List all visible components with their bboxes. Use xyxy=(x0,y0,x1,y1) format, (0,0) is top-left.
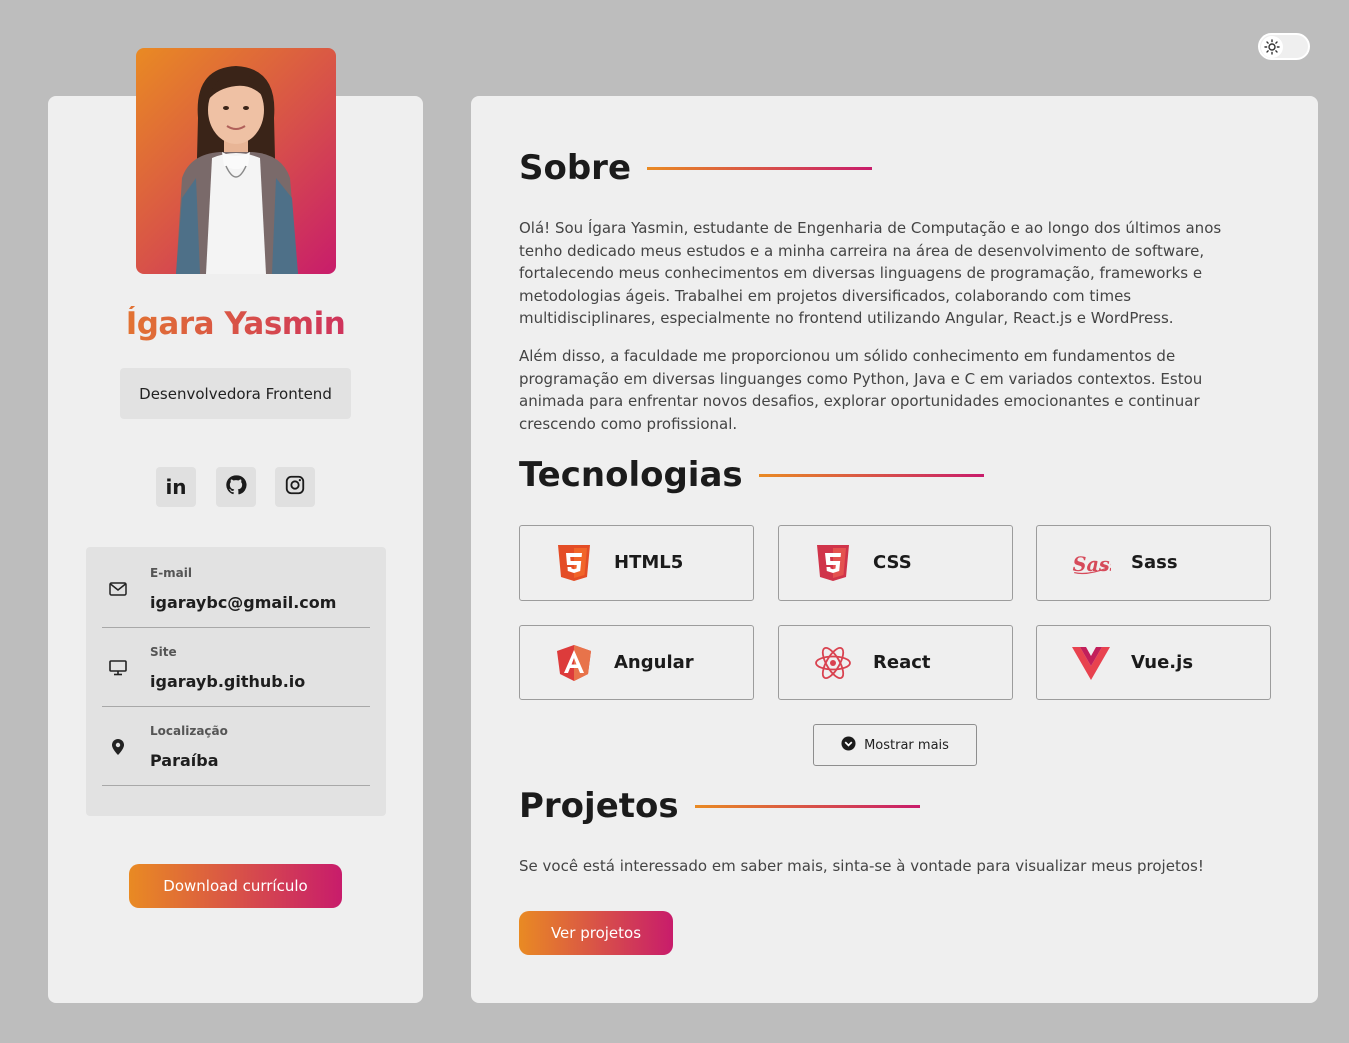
css3-icon xyxy=(813,543,853,583)
contact-info-box: E-mail igaraybc@gmail.com Site igarayb.g… xyxy=(86,547,386,816)
technologies-section-title: Tecnologias xyxy=(519,455,984,495)
projects-title-text: Projetos xyxy=(519,786,679,826)
tech-name: Sass xyxy=(1131,552,1178,573)
react-icon xyxy=(813,643,853,683)
contact-value: Paraíba xyxy=(150,751,219,770)
contact-label: Localização xyxy=(150,724,228,738)
tech-name: CSS xyxy=(873,552,912,573)
tech-card-sass: Sass Sass xyxy=(1036,525,1271,601)
contact-label: Site xyxy=(150,645,177,659)
linkedin-button[interactable]: in xyxy=(156,467,196,507)
monitor-icon xyxy=(108,658,128,678)
contact-label: E-mail xyxy=(150,566,193,580)
tech-name: React xyxy=(873,652,931,673)
about-title-text: Sobre xyxy=(519,148,632,188)
location-pin-icon xyxy=(108,737,128,757)
vue-icon xyxy=(1071,643,1111,683)
contact-value[interactable]: igaraybc@gmail.com xyxy=(150,593,336,612)
profile-photo xyxy=(136,48,336,274)
tech-name: Angular xyxy=(614,652,694,673)
mail-icon xyxy=(108,579,128,599)
sass-icon: Sass xyxy=(1071,543,1111,583)
github-button[interactable] xyxy=(216,467,256,507)
technologies-title-text: Tecnologias xyxy=(519,455,743,495)
tech-card-css: CSS xyxy=(778,525,1013,601)
contact-email: E-mail igaraybc@gmail.com xyxy=(102,549,370,628)
theme-toggle[interactable] xyxy=(1258,33,1310,60)
instagram-button[interactable] xyxy=(275,467,315,507)
profile-role-badge: Desenvolvedora Frontend xyxy=(120,368,351,419)
tech-card-react: React xyxy=(778,625,1013,700)
sun-icon xyxy=(1261,36,1283,58)
tech-name: Vue.js xyxy=(1131,652,1194,673)
tech-card-angular: Angular xyxy=(519,625,754,700)
show-more-label: Mostrar mais xyxy=(864,737,949,753)
projects-section-title: Projetos xyxy=(519,786,920,826)
show-more-button[interactable]: Mostrar mais xyxy=(813,724,977,766)
html5-icon xyxy=(554,543,594,583)
about-paragraph-2: Além disso, a faculdade me proporcionou … xyxy=(519,347,1203,433)
contact-site: Site igarayb.github.io xyxy=(102,628,370,707)
view-projects-button[interactable]: Ver projetos xyxy=(519,911,673,955)
tech-card-vue: Vue.js xyxy=(1036,625,1271,700)
chevron-down-circle-icon xyxy=(841,735,856,755)
linkedin-icon: in xyxy=(165,475,187,499)
title-underline xyxy=(758,473,984,477)
download-cv-button[interactable]: Download currículo xyxy=(129,864,342,908)
about-section-title: Sobre xyxy=(519,148,873,188)
contact-location: Localização Paraíba xyxy=(102,707,370,786)
github-icon xyxy=(225,474,247,500)
tech-card-html5: HTML5 xyxy=(519,525,754,601)
contact-value[interactable]: igarayb.github.io xyxy=(150,672,305,691)
projects-text: Se você está interessado em saber mais, … xyxy=(519,857,1204,875)
profile-name: Ígara Yasmin xyxy=(48,306,423,342)
title-underline xyxy=(694,804,920,808)
about-paragraph-1: Olá! Sou Ígara Yasmin, estudante de Enge… xyxy=(519,219,1222,327)
angular-icon xyxy=(554,643,594,683)
title-underline xyxy=(647,166,873,170)
tech-name: HTML5 xyxy=(614,552,684,573)
instagram-icon xyxy=(284,474,306,500)
